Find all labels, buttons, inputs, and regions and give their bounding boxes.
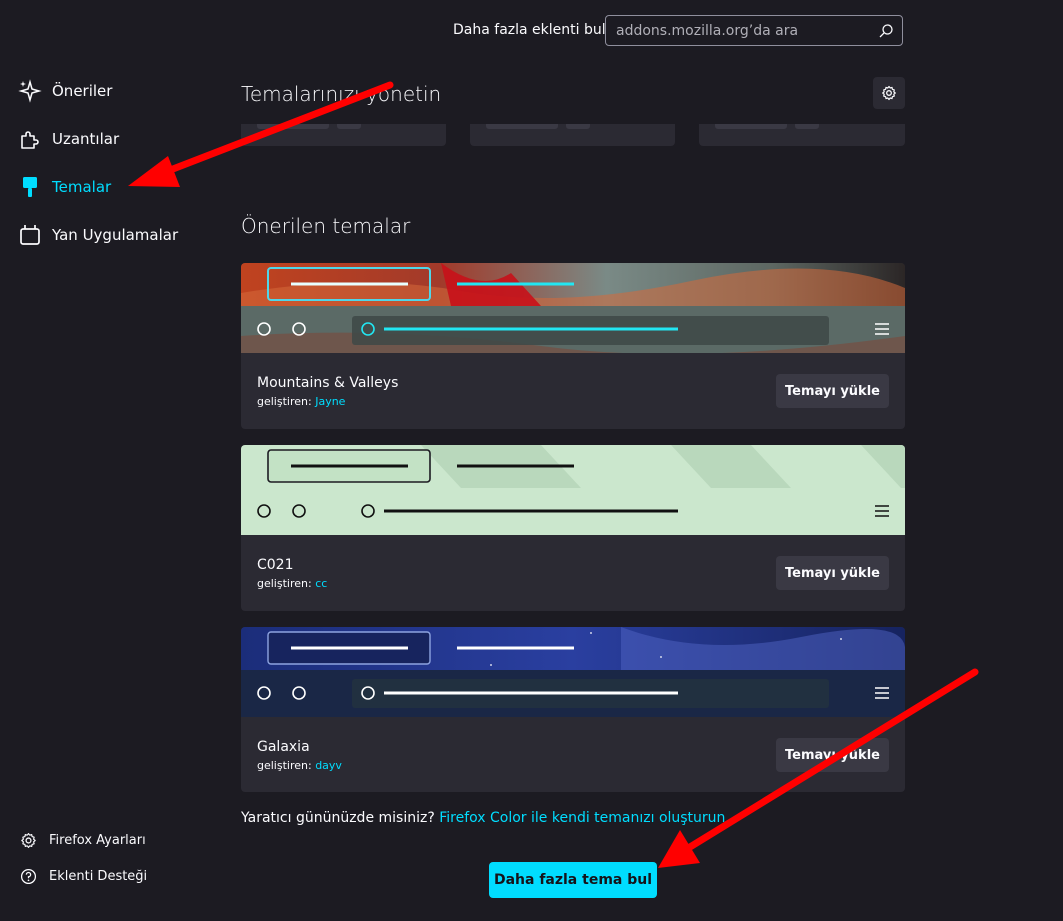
sidebar-item-label: Uzantılar xyxy=(52,130,120,148)
theme-preview-header xyxy=(241,445,905,488)
theme-author-line: geliştiren: dayv xyxy=(257,759,342,772)
author-prefix: geliştiren: xyxy=(257,577,312,590)
footer-item-label: Firefox Ayarları xyxy=(49,833,146,848)
footer-item-label: Eklenti Desteği xyxy=(49,869,148,884)
install-theme-button[interactable]: Temayı yükle xyxy=(776,556,889,590)
find-more-themes-button[interactable]: Daha fazla tema bul xyxy=(489,862,657,898)
sidebar-item-extensions[interactable]: Uzantılar xyxy=(18,127,119,151)
sidebar-item-plugins[interactable]: Yan Uygulamalar xyxy=(18,223,178,247)
addon-support-link[interactable]: Eklenti Desteği xyxy=(20,868,147,885)
theme-preview-header xyxy=(241,627,905,670)
installed-theme-card[interactable] xyxy=(241,124,446,146)
theme-card-galaxia: Galaxia geliştiren: dayv Temayı yükle xyxy=(241,627,905,792)
theme-name: Galaxia xyxy=(257,739,310,755)
sidebar-item-label: Temalar xyxy=(52,178,112,196)
puzzle-icon xyxy=(21,131,39,149)
sidebar-item-themes[interactable]: Temalar xyxy=(18,175,111,199)
author-prefix: geliştiren: xyxy=(257,395,312,408)
theme-name: C021 xyxy=(257,557,294,573)
sidebar-item-recommendations[interactable]: Öneriler xyxy=(18,79,112,103)
recommended-themes-heading: Önerilen temalar xyxy=(241,214,411,238)
theme-preview-toolbar xyxy=(241,670,905,717)
install-theme-button[interactable]: Temayı yükle xyxy=(776,374,889,408)
author-prefix: geliştiren: xyxy=(257,759,312,772)
theme-author-link[interactable]: Jayne xyxy=(315,395,345,408)
theme-card-c021: C021 geliştiren: cc Temayı yükle xyxy=(241,445,905,611)
help-icon xyxy=(20,868,37,885)
theme-card-mountains-valleys: Mountains & Valleys geliştiren: Jayne Te… xyxy=(241,263,905,429)
sidebar-item-label: Öneriler xyxy=(52,82,113,100)
prompt-text: Yaratıcı gününüzde misiniz? xyxy=(241,810,435,826)
theme-preview-toolbar xyxy=(241,306,905,353)
search-icon xyxy=(879,24,893,38)
theme-author-line: geliştiren: Jayne xyxy=(257,395,345,408)
firefox-color-link[interactable]: Firefox Color ile kendi temanızı oluştur… xyxy=(439,810,730,826)
theme-author-link[interactable]: cc xyxy=(315,577,327,590)
tools-button[interactable] xyxy=(873,77,905,109)
theme-preview xyxy=(241,445,905,535)
sidebar-item-label: Yan Uygulamalar xyxy=(52,226,179,244)
installed-theme-card[interactable] xyxy=(470,124,675,146)
sparkle-icon xyxy=(18,79,42,103)
gear-icon xyxy=(21,833,36,848)
theme-preview-header xyxy=(241,263,905,306)
firefox-color-prompt: Yaratıcı gününüzde misiniz? Firefox Colo… xyxy=(241,810,730,826)
theme-preview xyxy=(241,263,905,353)
brush-icon xyxy=(23,177,37,197)
theme-author-line: geliştiren: cc xyxy=(257,577,327,590)
theme-author-link[interactable]: dayv xyxy=(315,759,342,772)
installed-theme-card[interactable] xyxy=(699,124,905,146)
theme-preview xyxy=(241,627,905,717)
theme-preview-toolbar xyxy=(241,488,905,535)
page-title: Temalarınızı yönetin xyxy=(241,82,442,106)
theme-name: Mountains & Valleys xyxy=(257,375,399,391)
plugin-icon xyxy=(20,225,40,245)
install-theme-button[interactable]: Temayı yükle xyxy=(776,738,889,772)
find-more-addons-label: Daha fazla eklenti bul xyxy=(453,22,606,38)
search-placeholder: addons.mozilla.org’da ara xyxy=(616,23,799,39)
firefox-settings-link[interactable]: Firefox Ayarları xyxy=(20,832,146,849)
search-input[interactable]: addons.mozilla.org’da ara xyxy=(605,15,903,46)
gear-icon xyxy=(882,85,896,101)
